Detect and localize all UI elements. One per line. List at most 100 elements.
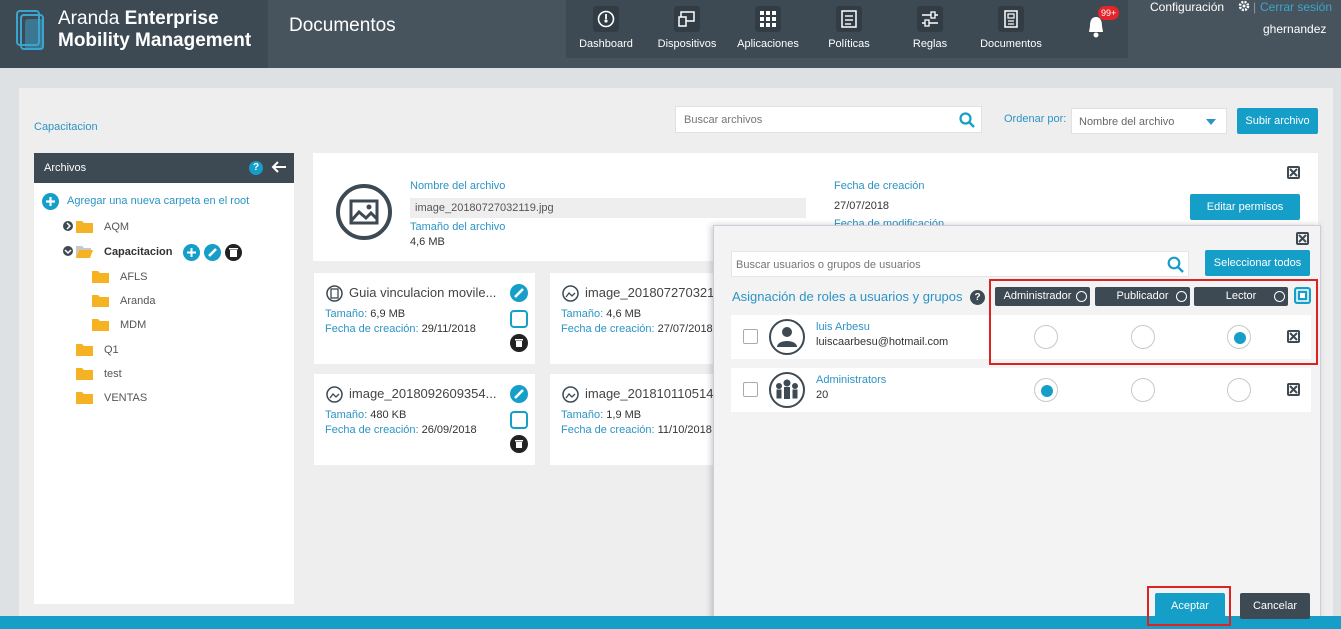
row-checkbox[interactable] bbox=[743, 382, 758, 397]
folder-item[interactable]: test bbox=[76, 366, 226, 384]
logout-link[interactable]: Cerrar sesión bbox=[1260, 0, 1332, 14]
chevron-right-icon[interactable] bbox=[63, 221, 73, 231]
search-icon[interactable] bbox=[1167, 256, 1184, 273]
file-search[interactable] bbox=[675, 106, 982, 133]
nav-policies[interactable]: Políticas bbox=[814, 0, 884, 58]
close-icon[interactable] bbox=[1296, 232, 1309, 245]
file-card-name: Guia vinculacion movile... bbox=[349, 285, 497, 300]
nav-documents[interactable]: Documentos bbox=[976, 0, 1046, 58]
role-radio-reader[interactable] bbox=[1227, 378, 1251, 402]
file-card-name: image_20180727032119.jpg bbox=[585, 285, 713, 300]
download-file-button[interactable] bbox=[510, 310, 528, 328]
creation-date-label: Fecha de creación bbox=[834, 180, 925, 192]
folder-label: VENTAS bbox=[104, 392, 148, 404]
file-search-input[interactable] bbox=[684, 114, 944, 126]
file-card-date: Fecha de creación: 26/09/2018 bbox=[325, 424, 477, 436]
grid-icon bbox=[755, 6, 781, 32]
header-separator: | bbox=[1253, 0, 1257, 14]
group-avatar-icon bbox=[769, 372, 805, 408]
edit-file-button[interactable] bbox=[510, 385, 528, 403]
folder-item[interactable]: Capacitacion bbox=[63, 244, 283, 262]
group-count: 20 bbox=[816, 389, 829, 401]
role-radio-publisher[interactable] bbox=[1131, 378, 1155, 402]
file-card-size: Tamaño: 6,9 MB bbox=[325, 308, 406, 320]
highlight-box-roles bbox=[989, 279, 1318, 365]
gauge-icon bbox=[593, 6, 619, 32]
folder-item[interactable]: Q1 bbox=[76, 342, 226, 360]
image-icon bbox=[326, 386, 343, 403]
user-search-input[interactable] bbox=[736, 259, 1156, 271]
brand-logo-icon bbox=[16, 10, 44, 50]
image-icon bbox=[562, 285, 579, 302]
help-icon[interactable]: ? bbox=[970, 290, 985, 305]
order-select[interactable]: Nombre del archivo bbox=[1071, 108, 1227, 134]
file-card[interactable]: image_2018092609354... Tamaño: 480 KB Fe… bbox=[314, 374, 535, 465]
group-name: Administrators bbox=[816, 374, 887, 386]
order-select-value: Nombre del archivo bbox=[1079, 116, 1175, 128]
folder-item[interactable]: MDM bbox=[92, 317, 242, 335]
nav-applications[interactable]: Aplicaciones bbox=[732, 0, 804, 58]
folder-label: Capacitacion bbox=[104, 246, 173, 258]
file-card-date: Fecha de creación: 29/11/2018 bbox=[325, 323, 476, 335]
folder-label: Q1 bbox=[104, 344, 119, 356]
folder-icon bbox=[76, 221, 93, 233]
nav-rules[interactable]: Reglas bbox=[894, 0, 966, 58]
sidebar-header: Archivos ? bbox=[34, 153, 294, 183]
file-card[interactable]: image_20181011051455.jpg Tamaño: 1,9 MB … bbox=[550, 374, 715, 465]
folder-item[interactable]: AQM bbox=[63, 219, 283, 237]
creation-date-value: 27/07/2018 bbox=[834, 200, 890, 212]
image-icon bbox=[562, 386, 579, 403]
chevron-down-icon[interactable] bbox=[63, 246, 73, 256]
file-card-size: Tamaño: 1,9 MB bbox=[561, 409, 642, 421]
file-card[interactable]: image_20180727032119.jpg Tamaño: 4,6 MB … bbox=[550, 273, 715, 364]
nav-dashboard[interactable]: Dashboard bbox=[568, 0, 644, 58]
brand[interactable]: Aranda Enterprise Mobility Management bbox=[0, 0, 268, 68]
notification-badge: 99+ bbox=[1098, 6, 1120, 20]
add-root-label: Agregar una nueva carpeta en el root bbox=[67, 195, 250, 207]
close-icon[interactable] bbox=[1287, 166, 1300, 179]
folder-label: MDM bbox=[120, 319, 147, 331]
edit-permissions-button[interactable]: Editar permisos bbox=[1190, 194, 1300, 220]
delete-file-button[interactable] bbox=[510, 435, 528, 453]
help-icon[interactable]: ? bbox=[249, 161, 263, 175]
breadcrumb[interactable]: Capacitacion bbox=[34, 121, 98, 133]
file-card[interactable]: Guia vinculacion movile... Tamaño: 6,9 M… bbox=[314, 273, 535, 364]
cancel-button[interactable]: Cancelar bbox=[1240, 593, 1310, 619]
user-row[interactable]: Administrators 20 bbox=[731, 368, 1311, 412]
file-name-value: image_20180727032119.jpg bbox=[410, 198, 806, 218]
document-icon bbox=[326, 285, 343, 302]
nav-label: Dashboard bbox=[579, 38, 633, 50]
role-radio-admin[interactable] bbox=[1034, 378, 1058, 402]
arrow-left-icon[interactable] bbox=[271, 159, 287, 175]
bottom-accent-bar bbox=[0, 616, 1341, 629]
gear-icon[interactable] bbox=[1238, 0, 1250, 12]
add-subfolder-button[interactable] bbox=[183, 244, 200, 261]
folder-item[interactable]: Aranda bbox=[92, 293, 242, 311]
file-card-date: Fecha de creación: 11/10/2018 bbox=[561, 424, 712, 436]
sliders-icon bbox=[917, 6, 943, 32]
folder-icon bbox=[92, 271, 109, 283]
file-size-label: Tamaño del archivo bbox=[410, 221, 506, 233]
upload-button[interactable]: Subir archivo bbox=[1237, 108, 1318, 134]
nav-devices[interactable]: Dispositivos bbox=[650, 0, 724, 58]
chevron-down-icon bbox=[1206, 119, 1216, 125]
nav-label: Políticas bbox=[828, 38, 870, 50]
delete-file-button[interactable] bbox=[510, 334, 528, 352]
user-avatar-icon bbox=[769, 319, 805, 355]
nav-label: Aplicaciones bbox=[737, 38, 799, 50]
download-file-button[interactable] bbox=[510, 411, 528, 429]
user-name: luis Arbesu bbox=[816, 321, 870, 333]
delete-folder-button[interactable] bbox=[225, 244, 242, 261]
close-icon[interactable] bbox=[1287, 383, 1300, 396]
user-search[interactable] bbox=[731, 251, 1189, 277]
folder-item[interactable]: AFLS bbox=[92, 269, 242, 287]
select-all-button[interactable]: Seleccionar todos bbox=[1205, 250, 1310, 276]
folder-item[interactable]: VENTAS bbox=[76, 390, 226, 408]
folder-label: AFLS bbox=[120, 271, 148, 283]
edit-file-button[interactable] bbox=[510, 284, 528, 302]
search-icon[interactable] bbox=[959, 112, 975, 128]
add-root-folder[interactable]: Agregar una nueva carpeta en el root bbox=[42, 193, 297, 211]
edit-folder-button[interactable] bbox=[204, 244, 221, 261]
row-checkbox[interactable] bbox=[743, 329, 758, 344]
config-link[interactable]: Configuración bbox=[1150, 0, 1224, 14]
